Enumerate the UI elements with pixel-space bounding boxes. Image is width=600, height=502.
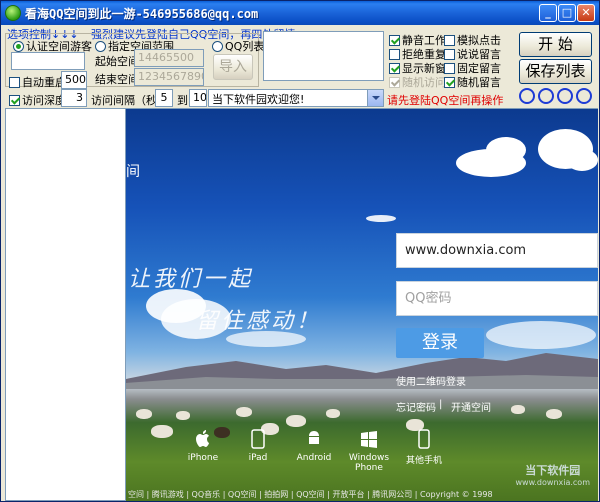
platform-iphone[interactable]: iPhone (178, 429, 228, 463)
cloud-shape (366, 215, 396, 222)
checkbox-icon (389, 49, 400, 60)
close-button[interactable]: ✕ (577, 4, 595, 22)
browser-footer: 空间 | 腾讯游戏 | QQ音乐 | QQ空间 | 拍拍网 | QQ空间 | 开… (128, 490, 493, 499)
minimize-button[interactable]: _ (539, 4, 557, 22)
platform-ipad[interactable]: iPad (233, 429, 283, 463)
checkbox-icon (9, 95, 20, 106)
radio-icon (95, 41, 106, 52)
tablet-icon (251, 429, 265, 449)
status-indicator-4 (576, 88, 592, 104)
checkbox-icon (389, 77, 400, 88)
platform-windows-phone[interactable]: Windows Phone (344, 429, 394, 473)
slogan-line1: 让我们一起 (128, 267, 254, 292)
title-bar[interactable]: 看海QQ空间到此一游-546955686@qq.com _ □ ✕ (1, 1, 599, 25)
space-list[interactable] (5, 108, 126, 501)
qq-account-input[interactable]: www.downxia.com (396, 233, 598, 268)
mountains-graphic (126, 353, 598, 389)
radio-icon (212, 41, 223, 52)
logo-fragment: 间 (126, 164, 140, 180)
forgot-password-link[interactable]: 忘记密码 (396, 399, 436, 414)
auto-restart-checkbox[interactable]: 自动重启 (9, 74, 66, 90)
window-title: 看海QQ空间到此一游-546955686@qq.com (25, 7, 259, 21)
depth-input[interactable]: 3 (61, 89, 87, 107)
random-message-checkbox[interactable]: 随机留言 (444, 74, 501, 90)
start-space-input[interactable]: 14465500 (134, 49, 204, 67)
depth-checkbox[interactable]: 访问深度 (9, 92, 66, 108)
main-window: 看海QQ空间到此一游-546955686@qq.com _ □ ✕ 选项控制↓↓… (0, 0, 600, 502)
login-button[interactable]: 登录 (396, 328, 484, 358)
status-indicator-3 (557, 88, 573, 104)
chevron-down-icon (367, 90, 383, 106)
link-divider: | (439, 399, 443, 410)
message-select[interactable]: 当下软件园欢迎您! (208, 89, 384, 107)
save-list-button[interactable]: 保存列表 (519, 59, 592, 84)
sheep-graphic (136, 409, 152, 419)
qr-login-link[interactable]: 使用二维码登录 (396, 373, 466, 388)
slogan-line2: 留住感动！ (196, 309, 322, 334)
status-indicator-1 (519, 88, 535, 104)
mode-qqlist-radio[interactable]: QQ列表 (212, 38, 264, 54)
start-space-label: 起始空间 (95, 55, 139, 68)
apple-icon (196, 430, 209, 447)
checkbox-icon (444, 63, 455, 74)
checkbox-icon (9, 77, 20, 88)
app-icon (5, 5, 21, 21)
status-indicator-2 (538, 88, 554, 104)
checkbox-icon (444, 49, 455, 60)
cloud-shape (566, 149, 598, 171)
random-visit-checkbox[interactable]: 随机访问 (389, 74, 446, 90)
auto-restart-input[interactable]: 500 (61, 71, 87, 89)
sheep-graphic (546, 409, 562, 419)
sheep-graphic (236, 407, 252, 417)
end-space-input[interactable]: 12345678901 (134, 68, 204, 86)
start-button[interactable]: 开 始 (519, 32, 592, 57)
phone-icon (418, 429, 430, 449)
radio-icon (13, 41, 24, 52)
sheep-graphic (326, 409, 340, 418)
interval-to-input[interactable]: 10 (189, 89, 207, 107)
maximize-button[interactable]: □ (558, 4, 576, 22)
browser-pane[interactable]: 间 让我们一起 留住感动！ www.downxia.com QQ密码 登录 使用… (126, 108, 598, 501)
warning-text: 请先登陆QQ空间再操作 (387, 94, 504, 107)
checkbox-icon (389, 35, 400, 46)
platform-other[interactable]: 其他手机 (399, 429, 449, 466)
platform-android[interactable]: Android (289, 429, 339, 463)
sheep-graphic (176, 411, 190, 420)
qq-password-input[interactable]: QQ密码 (396, 281, 598, 316)
cloud-shape (486, 137, 526, 163)
open-space-link[interactable]: 开通空间 (451, 399, 491, 414)
sheep-graphic (286, 415, 306, 427)
sheep-graphic (151, 425, 173, 438)
interval-from-input[interactable]: 5 (155, 89, 173, 107)
cert-space-input[interactable] (11, 52, 85, 70)
checkbox-icon (389, 63, 400, 74)
checkbox-icon (444, 77, 455, 88)
android-icon (309, 431, 319, 444)
import-button[interactable]: 导入 (213, 54, 253, 80)
end-space-label: 结束空间 (95, 73, 139, 86)
watermark: 当下软件园 www.downxia.com (515, 464, 590, 487)
message-textarea[interactable] (263, 31, 384, 81)
windows-icon (361, 431, 377, 448)
interval-to-label: 到 (177, 94, 188, 107)
checkbox-icon (444, 35, 455, 46)
sheep-graphic (511, 405, 525, 414)
